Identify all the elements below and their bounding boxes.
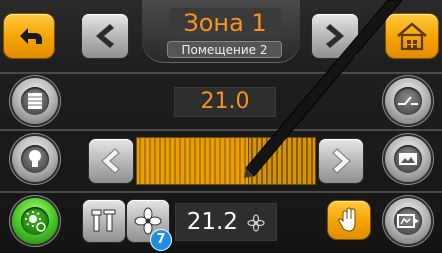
light-bulb-icon <box>29 150 41 167</box>
button-face <box>21 207 49 235</box>
thermostat-screen: Зона 1 Помещение 2 21.0 7 21.2 <box>0 0 442 253</box>
back-button[interactable] <box>4 14 54 58</box>
chevron-right-icon <box>326 24 344 48</box>
home-icon <box>397 22 427 51</box>
next-zone-button[interactable] <box>312 14 358 58</box>
back-arrow-icon <box>20 28 42 44</box>
image-icon <box>399 153 417 165</box>
setpoint-value: 21.0 <box>174 87 276 117</box>
chevron-right-icon <box>332 148 351 174</box>
button-face <box>394 207 422 235</box>
button-face <box>394 87 422 115</box>
current-value-text: 21.2 <box>186 209 238 235</box>
row-separator <box>0 72 442 74</box>
image-button[interactable] <box>385 136 431 182</box>
notification-badge: 7 <box>150 229 172 251</box>
prev-zone-button[interactable] <box>82 14 128 58</box>
button-face <box>394 145 422 173</box>
switch-icon <box>398 96 418 105</box>
decrease-button[interactable] <box>89 139 133 183</box>
fan-icon <box>247 213 265 232</box>
row-separator <box>0 129 442 131</box>
chevron-left-icon <box>101 148 120 174</box>
settings-button[interactable] <box>83 200 125 242</box>
chevron-left-icon <box>96 24 114 48</box>
blinds-icon <box>28 93 42 109</box>
image-arrow-icon <box>397 214 419 228</box>
current-value: 21.2 <box>175 203 277 241</box>
image-arrow-button[interactable] <box>385 198 431 244</box>
scene-icon <box>25 211 46 232</box>
increase-button[interactable] <box>319 139 363 183</box>
slider-right-part <box>248 137 316 185</box>
button-face <box>21 145 49 173</box>
scene-button[interactable] <box>12 198 58 244</box>
button-face <box>21 87 49 115</box>
tools-icon <box>91 209 116 232</box>
home-button[interactable] <box>386 14 438 58</box>
hand-icon <box>338 207 356 232</box>
setpoint-slider[interactable] <box>136 137 316 185</box>
switch-button[interactable] <box>385 78 431 124</box>
blinds-button[interactable] <box>12 78 58 124</box>
room-label[interactable]: Помещение 2 <box>167 41 282 58</box>
light-button[interactable] <box>12 136 58 182</box>
row-separator <box>0 191 442 193</box>
manual-mode-button[interactable] <box>328 201 370 239</box>
zone-title[interactable]: Зона 1 <box>169 8 281 38</box>
